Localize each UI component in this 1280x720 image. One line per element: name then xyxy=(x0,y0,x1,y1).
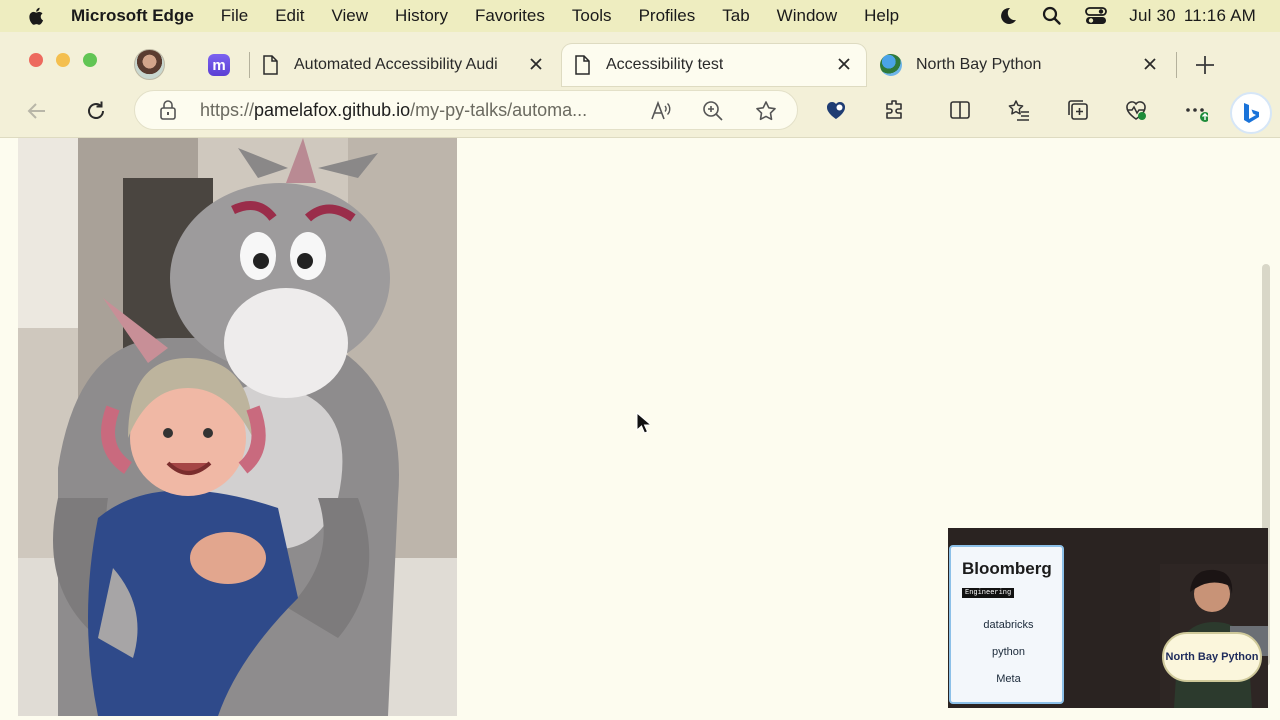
browser-chrome: m Automated Accessibility Audi Accessibi… xyxy=(0,32,1280,138)
mouse-pointer-icon xyxy=(636,412,650,434)
menubar-date: Jul 30 xyxy=(1129,6,1176,25)
costume-family-photo xyxy=(18,138,457,716)
north-bay-python-sign: North Bay Python xyxy=(1162,632,1262,682)
profile-avatar[interactable] xyxy=(134,49,165,80)
menu-history[interactable]: History xyxy=(395,6,448,26)
bing-copilot-icon[interactable] xyxy=(1230,92,1272,134)
browser-essentials-heartbeat-icon[interactable] xyxy=(1124,98,1148,122)
macos-menu-bar: Microsoft Edge File Edit View History Fa… xyxy=(0,0,1280,32)
sponsor-bloomberg: Bloomberg xyxy=(962,559,1052,578)
close-tab-icon[interactable] xyxy=(836,56,852,72)
zoom-window-button[interactable] xyxy=(83,53,97,67)
more-menu-ellipsis-icon[interactable] xyxy=(1184,98,1208,122)
tab-divider xyxy=(249,52,250,78)
menu-tab[interactable]: Tab xyxy=(722,6,749,26)
close-tab-icon[interactable] xyxy=(528,56,544,72)
favorite-star-icon[interactable] xyxy=(755,100,777,122)
menu-profiles[interactable]: Profiles xyxy=(639,6,696,26)
control-center-icon[interactable] xyxy=(1085,6,1108,26)
tab-title: North Bay Python xyxy=(916,56,1042,73)
tab-automated-accessibility-audit[interactable]: Automated Accessibility Audi xyxy=(262,44,558,86)
url-host: pamelafox.github.io xyxy=(254,99,411,120)
window-controls xyxy=(29,53,110,67)
lock-icon[interactable] xyxy=(159,100,177,120)
favorites-list-icon[interactable] xyxy=(1007,98,1031,122)
menu-tools[interactable]: Tools xyxy=(572,6,612,26)
minimize-window-button[interactable] xyxy=(56,53,70,67)
menubar-clock[interactable]: Jul 30 11:16 AM xyxy=(1129,6,1256,26)
north-bay-python-favicon-icon xyxy=(880,54,902,76)
menubar-time: 11:16 AM xyxy=(1183,6,1256,25)
tab-accessibility-test[interactable]: Accessibility test xyxy=(562,44,866,86)
split-screen-icon[interactable] xyxy=(948,98,972,122)
menu-help[interactable]: Help xyxy=(864,6,899,26)
tab-north-bay-python[interactable]: North Bay Python xyxy=(880,44,1172,86)
address-bar[interactable]: https://pamelafox.github.io/my-py-talks/… xyxy=(134,90,798,130)
read-aloud-icon[interactable] xyxy=(649,100,671,122)
menu-edit[interactable]: Edit xyxy=(275,6,304,26)
close-window-button[interactable] xyxy=(29,53,43,67)
menu-view[interactable]: View xyxy=(332,6,369,26)
menu-file[interactable]: File xyxy=(221,6,248,26)
heart-extension-icon[interactable] xyxy=(824,98,848,122)
document-icon xyxy=(263,55,278,75)
menu-app-name[interactable]: Microsoft Edge xyxy=(71,6,194,26)
tab-title: Automated Accessibility Audi xyxy=(294,56,498,73)
tab-title: Accessibility test xyxy=(606,56,724,73)
spotlight-search-icon[interactable] xyxy=(1041,6,1063,26)
new-tab-plus-icon[interactable] xyxy=(1194,54,1216,76)
sponsor-meta: Meta xyxy=(996,673,1021,685)
mastodon-pinned-tab-icon[interactable]: m xyxy=(208,54,230,76)
apple-logo-icon[interactable] xyxy=(26,6,48,26)
menu-window[interactable]: Window xyxy=(777,6,837,26)
collections-icon[interactable] xyxy=(1066,98,1090,122)
sponsor-databricks: databricks xyxy=(983,619,1034,631)
focus-moon-icon[interactable] xyxy=(997,6,1019,26)
zoom-magnifier-icon[interactable] xyxy=(702,100,724,122)
close-tab-icon[interactable] xyxy=(1142,56,1158,72)
url-text[interactable]: https://pamelafox.github.io/my-py-talks/… xyxy=(200,100,587,121)
url-prefix: https:// xyxy=(200,99,255,120)
refresh-icon[interactable] xyxy=(84,99,108,123)
web-page-content: Bloomberg Engineering databricks python … xyxy=(0,138,1280,720)
url-path: /my-py-talks/automa... xyxy=(410,99,588,120)
back-arrow-icon[interactable] xyxy=(25,99,49,123)
extensions-puzzle-icon[interactable] xyxy=(883,98,907,122)
document-icon xyxy=(575,55,590,75)
sponsor-python: python xyxy=(991,646,1026,658)
speaker-video-overlay: Bloomberg Engineering databricks python … xyxy=(948,528,1268,708)
tab-divider xyxy=(1176,52,1177,78)
menu-favorites[interactable]: Favorites xyxy=(475,6,545,26)
sponsor-bloomberg-sub: Engineering xyxy=(962,588,1015,598)
sponsor-banner: Bloomberg Engineering databricks python … xyxy=(949,545,1064,704)
